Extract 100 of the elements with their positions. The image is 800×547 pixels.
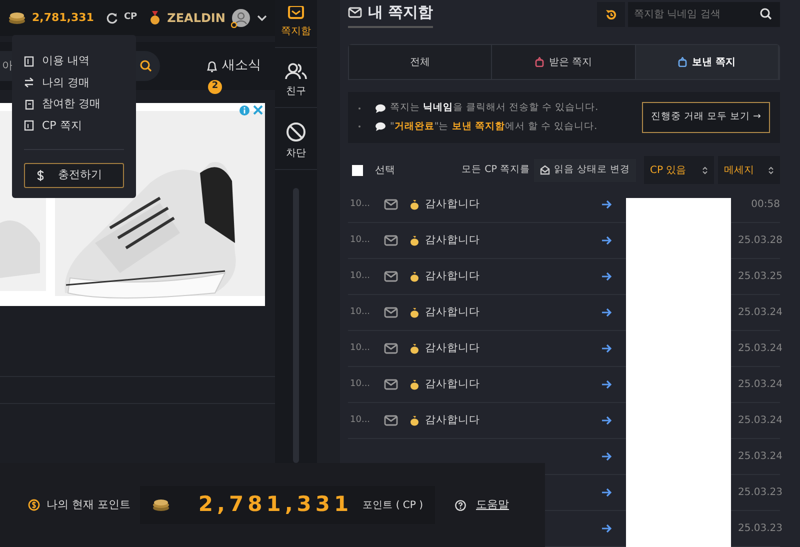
medal-icon	[149, 11, 162, 25]
menu-item[interactable]: 나의 경매	[24, 74, 124, 91]
sort-icon	[768, 166, 774, 175]
message-subject[interactable]: 감사합니다	[425, 196, 600, 212]
message-date: 25.03.24	[738, 342, 780, 356]
chevron-icon[interactable]	[257, 15, 268, 21]
speech-bubble-icon	[375, 122, 386, 132]
select-label: 선택	[375, 164, 395, 178]
message-subject[interactable]: 감사합니다	[425, 340, 600, 356]
all-cp-label: 모든 CP 쪽지를	[462, 163, 530, 178]
arrow-icon[interactable]	[602, 452, 612, 461]
message-subject[interactable]: 감사합니다	[425, 304, 600, 320]
swap-icon	[24, 77, 34, 88]
money-bag-icon	[410, 199, 419, 210]
envelope-icon	[384, 235, 398, 246]
money-bag-icon	[410, 235, 419, 246]
arrow-icon[interactable]	[602, 380, 612, 389]
arrow-icon[interactable]	[602, 488, 612, 497]
charge-button[interactable]: 충전하기	[24, 163, 124, 188]
checkbox[interactable]	[352, 164, 363, 176]
bell-icon	[206, 60, 218, 72]
refresh-icon[interactable]	[106, 12, 118, 24]
news-button[interactable]: 새소식	[200, 55, 267, 77]
tab[interactable]: 전체	[349, 45, 492, 80]
pouch-icon	[678, 57, 688, 68]
arrow-icon[interactable]	[602, 416, 612, 425]
mark-read-button[interactable]: 읽음 상태로 변경	[534, 159, 636, 182]
arrow-icon[interactable]	[602, 524, 612, 533]
scrollbar[interactable]	[293, 188, 299, 463]
dollar-icon	[28, 499, 40, 511]
points-unit: 포인트 ( CP )	[362, 498, 423, 512]
menu-item[interactable]: 참여한 경매	[24, 96, 124, 112]
sort-icon	[702, 166, 708, 175]
tab[interactable]: 보낸 쪽지	[636, 45, 779, 80]
tab[interactable]: 받은 쪽지	[492, 45, 636, 80]
envelope-icon	[384, 199, 398, 210]
message-number: 10...	[349, 306, 372, 319]
arrow-icon[interactable]	[602, 308, 612, 317]
message-date: 25.03.23	[738, 522, 780, 536]
trade-list-button[interactable]: 진행중 거래 모두 보기 →	[642, 102, 770, 133]
coins-icon	[8, 12, 26, 24]
arrow-icon[interactable]	[602, 272, 612, 281]
bullet-icon	[358, 125, 361, 128]
message-number: 10...	[349, 234, 372, 247]
money-bag-icon	[410, 343, 419, 354]
search-field[interactable]: 쪽지함 닉네임 검색	[628, 2, 780, 28]
envelope-icon	[384, 307, 398, 318]
history-button[interactable]	[597, 2, 625, 28]
money-bag-icon	[410, 379, 419, 390]
message-number: 10...	[349, 198, 372, 211]
bullet-icon	[358, 106, 361, 110]
clipboard-icon	[24, 98, 34, 110]
info-icon[interactable]	[239, 105, 250, 116]
message-subject[interactable]: 감사합니다	[425, 232, 600, 248]
search-icon[interactable]	[760, 8, 772, 20]
message-date: 25.03.28	[738, 234, 780, 248]
envelope-icon	[384, 271, 398, 282]
message-number: 10...	[349, 342, 372, 355]
currency-label: CP	[124, 11, 138, 24]
page-title: 내 쪽지함	[368, 2, 434, 24]
select-dropdown[interactable]: 메세지	[718, 156, 780, 184]
search-icon[interactable]	[140, 60, 152, 72]
help-icon	[455, 500, 466, 510]
money-bag-icon	[410, 307, 419, 318]
avatar-icon[interactable]	[231, 8, 252, 28]
help-link[interactable]: 도움말	[470, 496, 515, 514]
menu-item[interactable]: 이용 내역	[24, 53, 124, 70]
pouch-icon	[534, 57, 544, 68]
mail-icon	[348, 7, 362, 18]
inbox-icon	[288, 6, 304, 20]
message-date: 25.03.24	[738, 450, 780, 464]
points-balance: 2,781,331	[32, 10, 94, 26]
message-date: 00:58	[750, 198, 780, 212]
points-label: 나의 현재 포인트	[46, 496, 130, 513]
message-subject[interactable]: 감사합니다	[425, 376, 600, 392]
message-date: 25.03.25	[738, 270, 780, 284]
coins-icon	[152, 499, 170, 511]
message-date: 25.03.24	[738, 378, 780, 392]
message-date: 25.03.24	[738, 414, 780, 428]
document-icon	[24, 120, 34, 132]
history-icon	[605, 8, 617, 21]
message-subject[interactable]: 감사합니다	[425, 268, 600, 284]
select-dropdown[interactable]: CP 있음	[644, 156, 714, 184]
money-bag-icon	[410, 415, 419, 426]
close-icon[interactable]	[253, 105, 263, 115]
message-number: 10...	[349, 414, 372, 427]
money-bag-icon	[410, 271, 419, 282]
arrow-icon[interactable]	[602, 236, 612, 245]
envelope-icon	[384, 379, 398, 390]
notice-text: 쪽지는 닉네임을 클릭해서 전송할 수 있습니다.	[390, 101, 598, 116]
arrow-icon[interactable]	[602, 344, 612, 353]
message-number: 10...	[349, 378, 372, 391]
search-field[interactable]: 아	[2, 58, 13, 74]
envelope-icon	[384, 415, 398, 426]
username: ZEALDIN	[167, 10, 226, 27]
message-subject[interactable]: 감사합니다	[425, 412, 600, 428]
message-number: 10...	[349, 270, 372, 283]
menu-item[interactable]: CP 쪽지	[24, 118, 124, 134]
arrow-icon[interactable]	[602, 200, 612, 209]
dollar-icon	[37, 170, 44, 181]
